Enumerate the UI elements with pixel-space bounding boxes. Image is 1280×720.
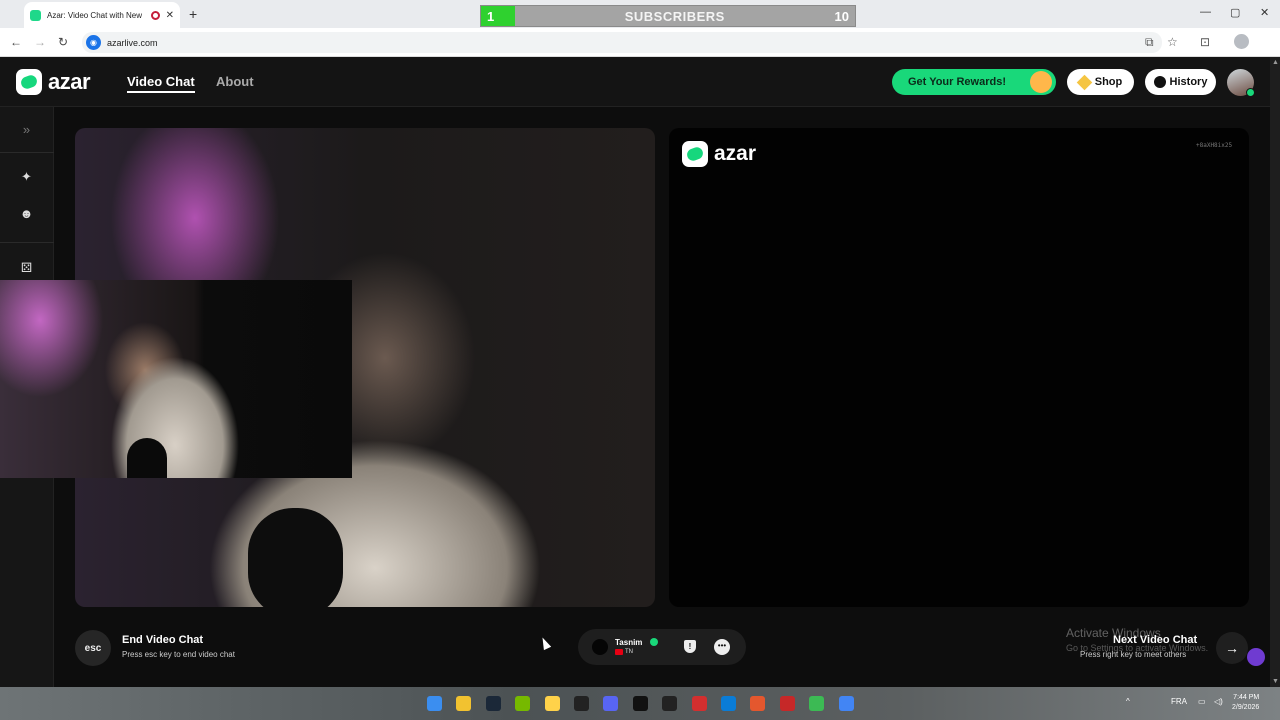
online-status-dot [1246, 88, 1255, 97]
gift-icon [1030, 71, 1052, 93]
scroll-up-arrow-icon[interactable]: ▲ [1272, 59, 1279, 66]
new-tab-button[interactable]: + [189, 6, 197, 22]
star-icon[interactable]: ☆ [1167, 35, 1178, 49]
scroll-down-arrow-icon[interactable]: ▼ [1272, 678, 1279, 685]
cast-icon[interactable]: ⧉ [1145, 35, 1154, 50]
rockstar-icon[interactable] [544, 696, 560, 711]
taskbar-clock[interactable]: 7:44 PM 2/9/2026 [1232, 693, 1259, 713]
app-orange-icon[interactable] [750, 696, 766, 711]
subscriber-goal-overlay: 1 SUBSCRIBERS 10 [480, 5, 856, 27]
next-chat-button[interactable]: → [1216, 632, 1248, 664]
azar-logo-text: azar [48, 69, 91, 94]
browser-profile-avatar[interactable] [1234, 34, 1249, 49]
close-tab-button[interactable]: ✕ [166, 10, 174, 21]
microphone-shape [127, 438, 167, 478]
peer-avatar[interactable] [592, 639, 608, 655]
shop-button[interactable]: Shop [1067, 69, 1134, 95]
taskbar-date: 2/9/2026 [1232, 704, 1260, 711]
volume-icon[interactable]: ◁) [1214, 697, 1223, 706]
file-explorer-icon[interactable] [456, 696, 472, 711]
reload-button[interactable]: ↻ [58, 35, 68, 49]
microphone-shape [248, 508, 343, 607]
taskbar-time: 7:44 PM [1233, 694, 1260, 701]
nvidia-icon[interactable] [515, 696, 531, 711]
end-chat-button[interactable]: esc [75, 630, 111, 666]
end-chat-title: End Video Chat [122, 634, 204, 646]
maximize-button[interactable]: ▢ [1230, 6, 1240, 19]
end-chat-hint: Press esc key to end video chat [122, 650, 235, 659]
app-header: azar Video Chat About Get Your Rewards! … [0, 57, 1270, 107]
get-rewards-button[interactable]: Get Your Rewards! [892, 69, 1056, 95]
capcut-icon[interactable] [662, 696, 678, 711]
magic-wand-icon[interactable]: ✦ [19, 169, 34, 184]
discord-icon[interactable] [603, 696, 619, 711]
azar-logo[interactable]: azar [16, 69, 91, 95]
tray-chevron-icon[interactable]: ^ [1126, 697, 1130, 706]
next-chat-hint: Press right key to meet others [1080, 650, 1187, 659]
steam-icon[interactable] [485, 696, 501, 711]
rail-divider [0, 242, 54, 243]
next-chat-title: Next Video Chat [1113, 634, 1198, 646]
subscriber-current-count: 1 [481, 6, 515, 26]
chrome-icon[interactable] [838, 696, 854, 711]
floating-extension-icon[interactable] [1247, 648, 1265, 666]
back-button[interactable]: ← [10, 35, 22, 49]
azar-logo-icon [16, 69, 42, 95]
page-scrollbar[interactable]: ▲ ▼ [1270, 57, 1280, 687]
rewards-label: Get Your Rewards! [908, 76, 1007, 88]
peer-info-bar: Tasnim TN ! ••• [578, 629, 746, 665]
close-window-button[interactable]: ✕ [1260, 6, 1269, 19]
user-avatar[interactable] [1227, 69, 1255, 97]
double-chevron-right-icon[interactable]: » [19, 122, 34, 137]
browser-tab[interactable]: Azar: Video Chat with New ✕ [24, 2, 180, 28]
peer-country: TN [615, 649, 633, 655]
subscriber-label: SUBSCRIBERS [624, 8, 725, 24]
dice-icon[interactable]: ⚄ [19, 260, 34, 275]
forward-button[interactable]: → [34, 35, 46, 49]
verified-badge-icon [650, 638, 658, 646]
windows-taskbar: ^ FRA ▭ ◁) 7:44 PM 2/9/2026 [0, 687, 1280, 720]
recording-icon [150, 10, 160, 20]
address-bar-row: ← → ↻ ◉ azarlive.com ⧉ ☆ ⊡ [0, 28, 1280, 57]
app-green-icon[interactable] [809, 696, 825, 711]
rail-divider [0, 152, 54, 153]
edge-icon[interactable] [721, 696, 736, 711]
report-shield-icon[interactable]: ! [684, 640, 696, 653]
chat-bubble-icon[interactable]: ••• [714, 639, 730, 655]
browser-tab-bar: Azar: Video Chat with New ✕ + 1 SUBSCRIB… [0, 0, 1280, 28]
network-icon[interactable]: ▭ [1198, 697, 1206, 706]
tiktok-icon[interactable] [632, 696, 648, 711]
peer-name: Tasnim [615, 638, 643, 647]
shop-label: Shop [1094, 76, 1123, 88]
history-button[interactable]: History [1145, 69, 1216, 95]
subscriber-goal-count: 10 [834, 8, 849, 24]
remote-azar-logo: azar [682, 141, 756, 167]
obs-icon[interactable] [574, 696, 589, 711]
nav-about[interactable]: About [216, 74, 254, 89]
url-field[interactable]: ◉ azarlive.com [82, 32, 1162, 53]
extensions-icon[interactable]: ⊡ [1200, 35, 1210, 49]
clock-icon [1153, 76, 1166, 88]
picture-in-picture-video [0, 280, 352, 478]
minimize-button[interactable]: — [1200, 6, 1211, 18]
remote-video [669, 128, 1249, 607]
smiley-icon[interactable]: ☻ [19, 206, 34, 221]
diamond-icon [1076, 74, 1093, 90]
language-indicator[interactable]: FRA [1171, 697, 1187, 706]
site-info-icon[interactable]: ◉ [86, 35, 101, 50]
nav-video-chat[interactable]: Video Chat [127, 74, 195, 93]
peer-country-code: TN [625, 649, 633, 655]
history-label: History [1169, 76, 1208, 88]
url-text: azarlive.com [107, 37, 158, 48]
start-menu-icon[interactable] [427, 696, 442, 711]
app-dark-red-icon[interactable] [779, 696, 795, 711]
remote-logo-text: azar [714, 142, 757, 165]
azar-favicon-icon [30, 9, 41, 21]
azar-logo-icon [682, 141, 708, 167]
tab-title: Azar: Video Chat with New [47, 10, 143, 20]
app-red-icon[interactable] [691, 696, 707, 711]
session-id: +8aXH8ix25 [1196, 142, 1233, 149]
tunisia-flag-icon [615, 649, 623, 655]
